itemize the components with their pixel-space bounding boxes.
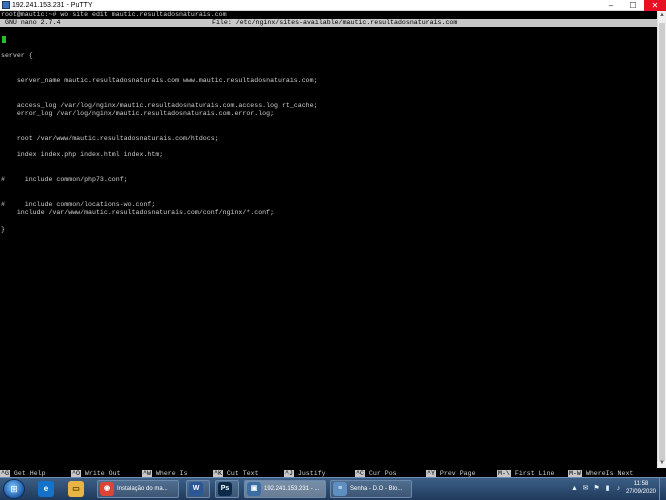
editor-line: access_log /var/log/nginx/mautic.resulta… — [1, 101, 318, 109]
help-label: Cur Pos — [368, 470, 397, 477]
show-desktop-button[interactable] — [659, 478, 666, 500]
terminal-screen[interactable]: root@mautic:~# wo site edit mautic.resul… — [0, 11, 657, 477]
maximize-icon[interactable]: ☐ — [622, 0, 644, 11]
help-label: Prev Page — [439, 470, 476, 477]
help-key: M-W — [568, 470, 582, 477]
folder-icon[interactable]: ▭ — [68, 481, 84, 497]
taskbar-item[interactable]: Ps — [215, 480, 239, 498]
close-icon[interactable]: ✕ — [644, 0, 666, 11]
tray-icon[interactable]: ✉ — [581, 484, 590, 493]
window-titlebar[interactable]: 192.241.153.231 - PuTTY – ☐ ✕ — [0, 0, 666, 11]
taskbar-item[interactable]: ▣ 192.241.153.231 - ... — [244, 480, 326, 498]
tray-icon[interactable]: ▮ — [603, 484, 612, 493]
editor-line: # include common/locations-wo.conf; — [1, 200, 156, 208]
help-label: Write Out — [84, 470, 121, 477]
taskbar-item-label: Senha - D.O - Blo... — [350, 486, 403, 492]
nano-file-path: File: /etc/nginx/sites-available/mautic.… — [212, 19, 458, 26]
help-key: ^O — [71, 470, 81, 477]
editor-line: error_log /var/log/nginx/mautic.resultad… — [1, 110, 275, 117]
clock[interactable]: 11:58 27/09/2020 — [626, 480, 656, 496]
editor-line: root /var/www/mautic.resultadosnaturais.… — [1, 134, 219, 142]
taskbar-item-label: Instalação do ma... — [117, 486, 168, 492]
editor-line: include /var/www/mautic.resultadosnatura… — [1, 209, 275, 216]
tray-icon[interactable]: ⚑ — [592, 484, 601, 493]
help-key: M-\ — [497, 470, 511, 477]
clock-time: 11:58 — [633, 481, 649, 487]
text-cursor — [2, 36, 6, 43]
shell-prompt-line: root@mautic:~# wo site edit mautic.resul… — [1, 11, 227, 18]
help-label: Justify — [297, 470, 326, 477]
help-label: Cut Text — [226, 470, 259, 477]
tray-icon[interactable]: ♪ — [614, 484, 623, 493]
help-label: First Line — [514, 470, 555, 477]
help-key: ^K — [213, 470, 223, 477]
scroll-down-icon[interactable]: ▼ — [658, 459, 666, 468]
editor-line: index index.php index.html index.htm; — [1, 151, 164, 159]
help-label: WhereIs Next — [585, 470, 634, 477]
help-label: Where Is — [155, 470, 188, 477]
editor-line: server_name mautic.resultadosnaturais.co… — [1, 77, 318, 84]
help-key: ^G — [0, 470, 10, 477]
start-button[interactable]: ⊞ — [3, 479, 25, 499]
help-key: ^J — [284, 470, 294, 477]
help-key: ^Y — [426, 470, 436, 477]
window-title: 192.241.153.231 - PuTTY — [12, 2, 93, 9]
taskbar-item[interactable]: W — [186, 480, 210, 498]
taskbar-app-icon: W — [189, 482, 203, 496]
help-key: ^C — [355, 470, 365, 477]
taskbar-app-icon: ▣ — [247, 482, 261, 496]
vertical-scrollbar[interactable]: ▲ ▼ — [657, 11, 666, 468]
taskbar-item[interactable]: ◉ Instalação do ma... — [97, 480, 179, 498]
taskbar-app-icon: ≡ — [333, 482, 347, 496]
system-tray: ▲ ✉ ⚑ ▮ ♪ 11:58 27/09/2020 — [566, 478, 666, 500]
minimize-icon[interactable]: – — [600, 0, 622, 11]
ie-icon[interactable]: e — [38, 481, 54, 497]
windows-taskbar: ⊞ e ▭ ◉ Instalação do ma... W Ps ▣ 192.241.15… — [0, 477, 666, 500]
scrollbar-thumb[interactable] — [659, 23, 665, 461]
tray-icon[interactable]: ▲ — [570, 484, 579, 493]
help-key: ^W — [142, 470, 152, 477]
editor-line: } — [1, 225, 5, 233]
taskbar-item[interactable]: ≡ Senha - D.O - Blo... — [330, 480, 412, 498]
scroll-up-icon[interactable]: ▲ — [658, 11, 666, 20]
taskbar-app-icon: ◉ — [100, 482, 114, 496]
editor-line: server { — [1, 52, 33, 60]
taskbar-app-icon: Ps — [218, 482, 232, 496]
taskbar-item-label: 192.241.153.231 - ... — [264, 486, 320, 492]
putty-app-icon[interactable] — [2, 1, 10, 9]
window-controls: – ☐ ✕ — [600, 0, 666, 11]
clock-date: 27/09/2020 — [625, 489, 656, 495]
editor-line: # include common/php73.conf; — [1, 176, 128, 183]
help-label: Get Help — [13, 470, 46, 477]
nano-title-bar: GNU nano 2.7.4 File: /etc/nginx/sites-av… — [0, 19, 657, 27]
nano-version: GNU nano 2.7.4 — [5, 19, 61, 26]
